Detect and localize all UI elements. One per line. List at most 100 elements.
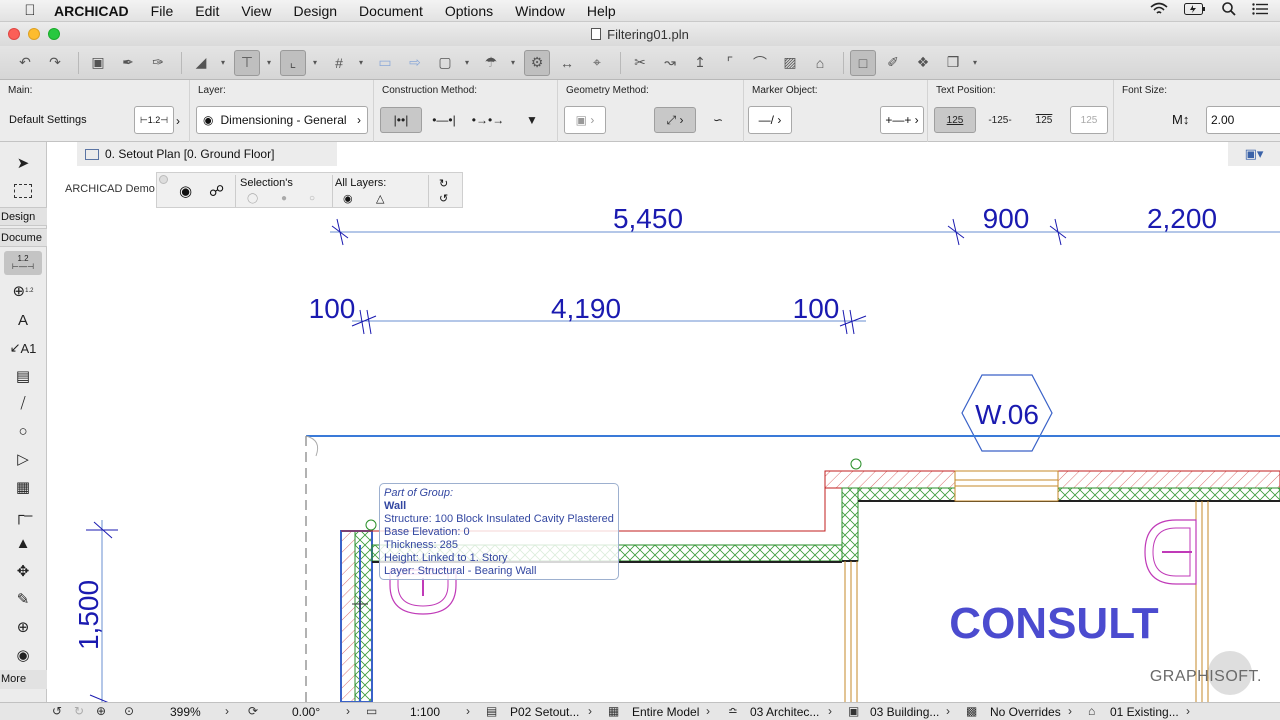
drawing-scale[interactable]: 1:100 (410, 705, 440, 719)
layer-selector[interactable]: ◉ Dimensioning - General › (196, 106, 368, 134)
navigator-popup-button[interactable]: ▣▾ (1228, 142, 1280, 166)
all-layers-lock-icon[interactable]: △ (376, 192, 384, 205)
chevron-down-icon[interactable]: ▾ (264, 58, 274, 67)
arrow-select-icon[interactable]: ➤ (4, 151, 42, 175)
worksheet-tool-icon[interactable]: ⊕ (4, 615, 42, 639)
layer-combination-icon[interactable]: ▤ (486, 704, 497, 718)
graphic-override-icon[interactable]: ▩ (966, 704, 977, 718)
text-below-button[interactable]: 125 (1024, 107, 1064, 133)
eyedropper-icon[interactable]: ✐ (880, 50, 906, 76)
chevron-down-icon[interactable]: ▾ (356, 58, 366, 67)
marquee-tool-icon[interactable] (4, 179, 42, 203)
fill-tool-icon[interactable]: ▤ (4, 364, 42, 388)
circle-tool-icon[interactable]: ○ (4, 419, 42, 443)
window-marker-w06[interactable]: W.06 (961, 374, 1053, 452)
selection-wire-icon[interactable]: ○ (309, 193, 315, 204)
document-section-label[interactable]: Docume (0, 228, 47, 247)
elevation-dim-icon[interactable]: ▼ (514, 107, 550, 133)
show-all-layers-icon[interactable]: ◉ (179, 182, 192, 200)
notification-list-icon[interactable] (1252, 3, 1268, 15)
dimension-line-second[interactable]: 100 4,190 100 (309, 293, 867, 335)
font-size-input[interactable]: 2.00 (1206, 106, 1280, 134)
menu-view[interactable]: View (241, 3, 271, 19)
renovation-filter-icon[interactable]: ⌂ (1088, 704, 1095, 718)
roof-icon[interactable]: ⌂ (807, 50, 833, 76)
magic-wand-icon[interactable]: ⚙ (524, 49, 550, 76)
redo-zoom-icon[interactable]: ↻ (74, 704, 84, 718)
text-above-button[interactable]: 125 (934, 107, 976, 133)
linear-dim-icon[interactable]: |••| (380, 107, 422, 133)
rotation-angle[interactable]: 0.00° (292, 705, 320, 719)
zoom-level[interactable]: 399% (170, 705, 201, 719)
undo-icon[interactable]: ↶ (12, 50, 38, 76)
zoom-in-icon[interactable]: ⊕ (96, 704, 106, 718)
undo-layer-icon[interactable]: ↺ (439, 192, 448, 205)
chevron-down-icon[interactable]: ▾ (218, 58, 228, 67)
pen-set[interactable]: 03 Architec... (750, 705, 819, 719)
layer-icon[interactable]: ⇨ (402, 50, 428, 76)
chevron-down-icon[interactable]: ▾ (462, 58, 472, 67)
chevron-right-icon[interactable]: › (466, 704, 470, 718)
menu-edit[interactable]: Edit (195, 3, 219, 19)
baseline-dim-icon[interactable]: •→•→ (468, 107, 508, 133)
menu-window[interactable]: Window (515, 3, 565, 19)
trace-icon[interactable]: ▢ (432, 50, 458, 76)
dimension-line-vertical[interactable]: 1,500 (73, 520, 118, 702)
battery-icon[interactable] (1184, 3, 1206, 15)
split-icon[interactable]: ✂ (627, 50, 653, 76)
marquee-icon[interactable]: □ (850, 49, 876, 76)
polyline-tool-icon[interactable]: ▷ (4, 447, 42, 471)
snap-guides-icon[interactable]: ⊤ (234, 49, 260, 76)
offset-icon[interactable]: ▨ (777, 50, 803, 76)
chevron-right-icon[interactable]: › (946, 704, 950, 718)
dimension-style[interactable]: 03 Building... (870, 705, 939, 719)
chevron-right-icon[interactable]: › (828, 704, 832, 718)
elevate-icon[interactable]: ↥ (687, 50, 713, 76)
pick-up-parameters-icon[interactable]: ✒ (115, 50, 141, 76)
elevation-tool-icon[interactable]: ▲ (4, 531, 42, 555)
hotspot-tool-icon[interactable]: ✥ (4, 559, 42, 583)
dimension-line-top[interactable]: 5,450 900 2,200 (330, 203, 1280, 246)
geometry-inactive-button[interactable]: ▣ › (564, 106, 606, 134)
dimension-settings-button[interactable]: ⊢1.2⊣ (134, 106, 174, 134)
chevron-right-icon[interactable]: › (346, 704, 350, 718)
text-rotated-button[interactable]: 125 (1070, 106, 1108, 134)
inject-parameters-icon[interactable]: ✑ (145, 50, 171, 76)
redo-layer-icon[interactable]: ↻ (439, 177, 448, 190)
apple-menu-icon[interactable]:  (20, 2, 40, 19)
wifi-icon[interactable] (1150, 2, 1168, 16)
chain-dim-icon[interactable]: •—•| (424, 107, 464, 133)
floor-plan-canvas[interactable]: 5,450 900 2,200 100 4,190 100 1,500 W.06… (47, 166, 1280, 702)
app-menu[interactable]: ARCHICAD (54, 3, 129, 19)
default-settings-button[interactable]: Default Settings (9, 114, 87, 126)
room-name-label[interactable]: CONSULT (949, 599, 1159, 648)
marker-object-selector[interactable]: —/ › (748, 106, 792, 134)
menu-document[interactable]: Document (359, 3, 423, 19)
design-section-label[interactable]: Design (0, 207, 47, 226)
suspend-groups-icon[interactable]: ▭ (372, 50, 398, 76)
search-icon[interactable] (1222, 2, 1236, 16)
selection-hide-icon[interactable]: ◯ (247, 193, 258, 204)
selected-wall[interactable] (340, 530, 373, 702)
minimize-window-button[interactable] (28, 28, 40, 40)
coordinate-input-icon[interactable]: ⌞ (280, 49, 306, 76)
scale-icon[interactable]: ▭ (366, 704, 377, 718)
marker-type-selector[interactable]: +—+ › (880, 106, 924, 134)
chevron-right-icon[interactable]: › (706, 704, 710, 718)
fit-window-icon[interactable]: ⌖ (584, 50, 610, 76)
geometry-angled-button[interactable]: ⤢ › (654, 107, 696, 133)
menu-file[interactable]: File (151, 3, 174, 19)
section-tool-icon[interactable]: ┌– (4, 503, 42, 527)
graphic-overrides[interactable]: No Overrides (990, 705, 1061, 719)
renovation-filter[interactable]: 01 Existing... (1110, 705, 1179, 719)
geometry-arc-button[interactable]: ∽ (702, 107, 734, 133)
zoom-window-button[interactable] (48, 28, 60, 40)
chevron-down-icon[interactable]: ▾ (970, 58, 980, 67)
model-view-icon[interactable]: ▦ (608, 704, 619, 718)
adjust-icon[interactable]: ↝ (657, 50, 683, 76)
grid-snap-icon[interactable]: # (326, 50, 352, 76)
more-section-label[interactable]: More (0, 670, 47, 689)
unlock-all-layers-icon[interactable]: ☍ (209, 182, 224, 200)
view-tab[interactable]: 0. Setout Plan [0. Ground Floor] (77, 142, 337, 166)
dimension-tool-icon[interactable]: 1.2 ⊢—⊣ (4, 251, 42, 275)
